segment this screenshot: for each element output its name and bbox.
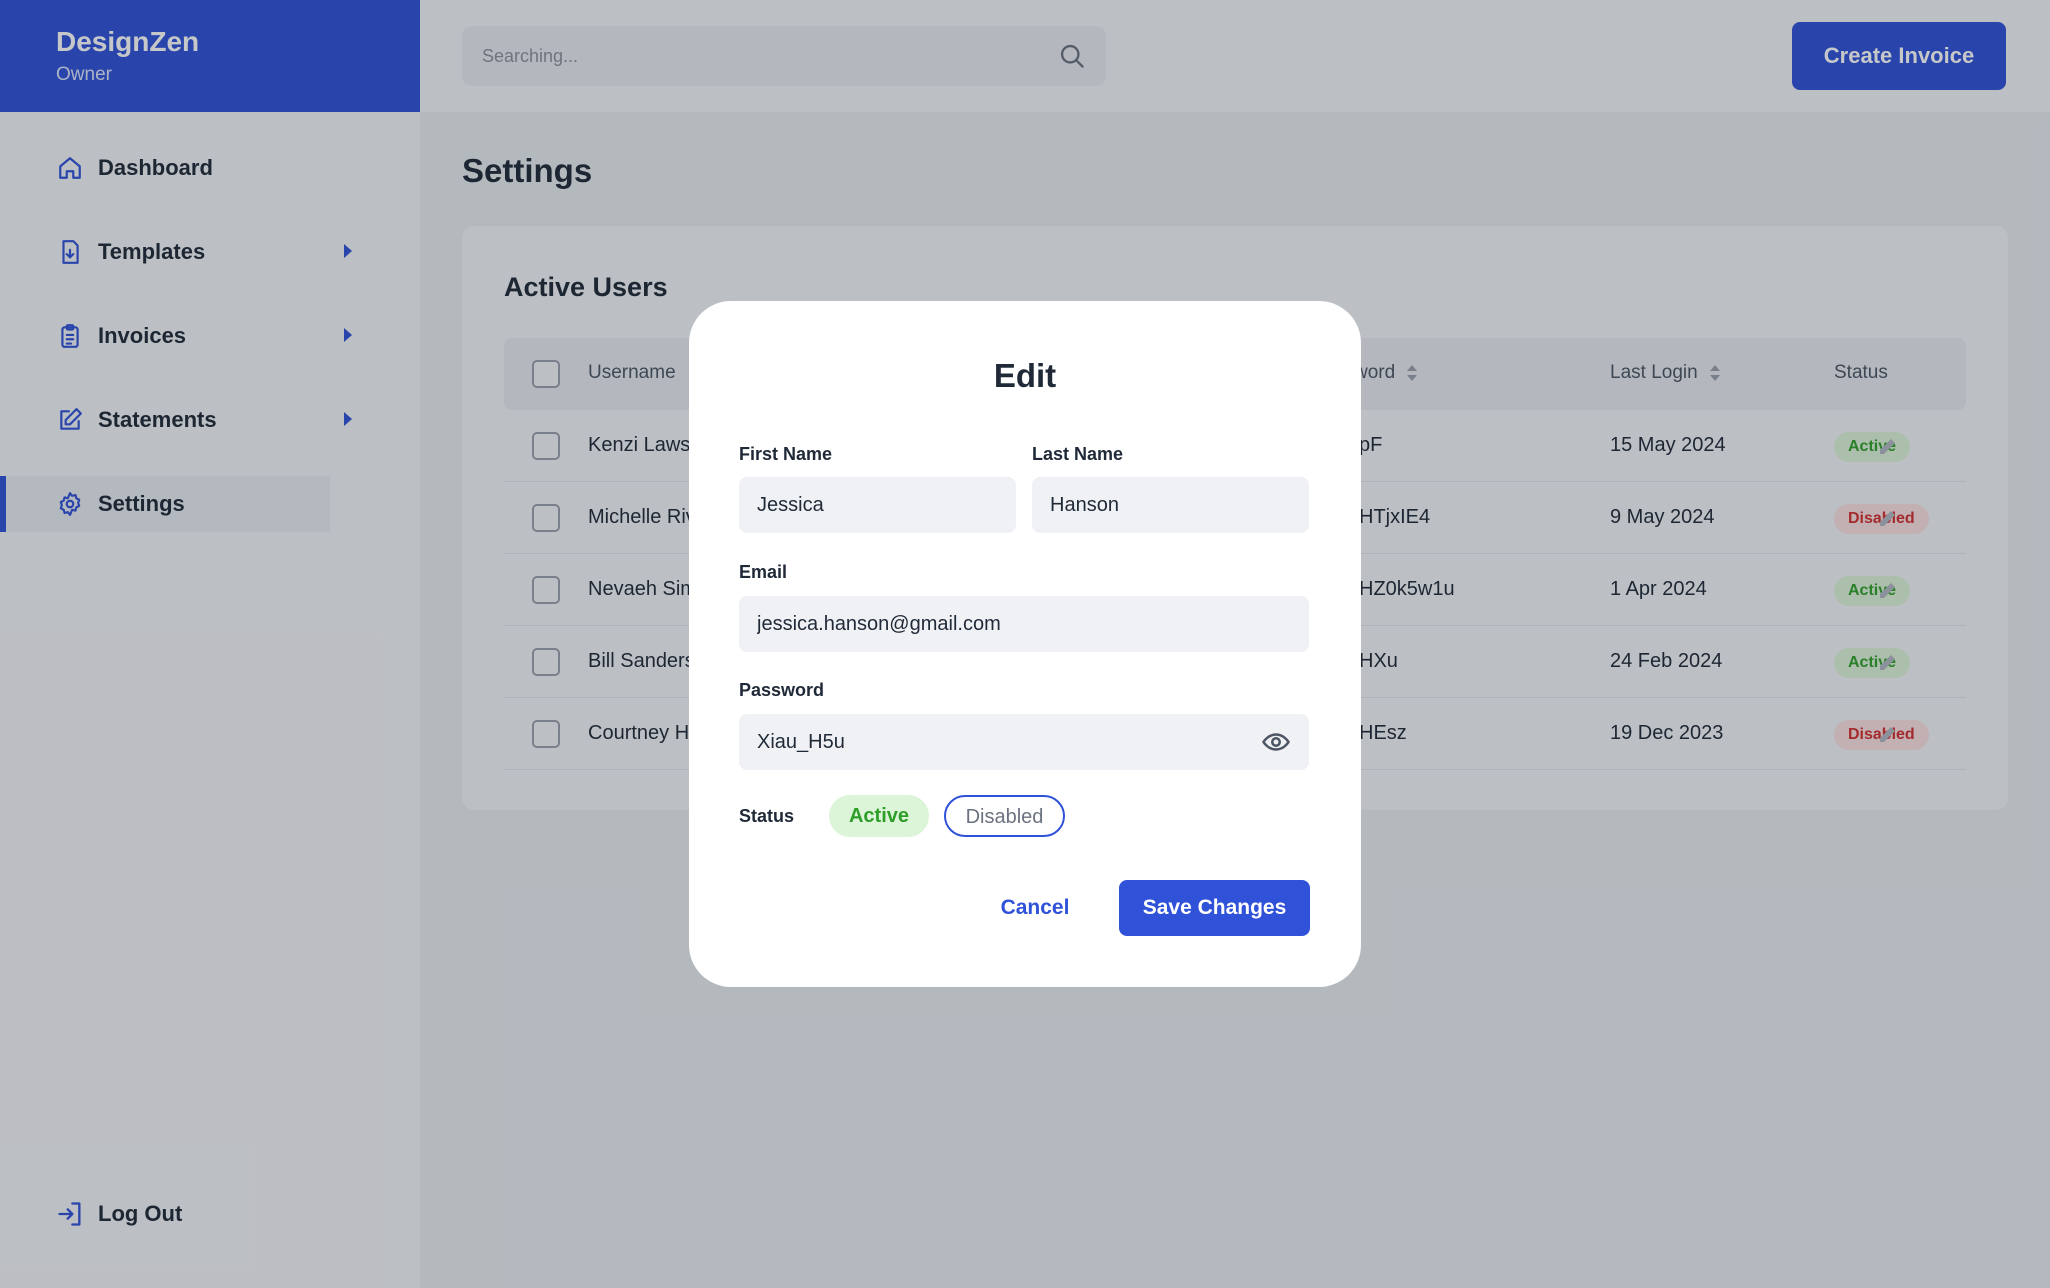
password-field-wrapper	[739, 714, 1309, 770]
eye-icon[interactable]	[1261, 727, 1291, 757]
password-label: Password	[739, 680, 825, 700]
email-input[interactable]	[757, 612, 1291, 636]
email-field-wrapper	[739, 596, 1309, 652]
first-name-input[interactable]	[757, 493, 998, 517]
last-name-label: Last Name	[1032, 444, 1124, 464]
last-name-field-wrapper	[1032, 477, 1309, 533]
first-name-label: First Name	[739, 444, 833, 464]
status-label: Status	[739, 806, 795, 826]
email-label: Email	[739, 562, 788, 582]
last-name-input[interactable]	[1050, 493, 1291, 517]
first-name-field-wrapper	[739, 477, 1016, 533]
status-active-toggle[interactable]: Active	[829, 795, 929, 837]
cancel-button[interactable]: Cancel	[990, 880, 1080, 936]
status-disabled-toggle[interactable]: Disabled	[944, 795, 1065, 837]
modal-title: Edit	[993, 357, 1057, 394]
save-changes-button[interactable]: Save Changes	[1119, 880, 1310, 936]
password-input[interactable]	[757, 730, 1253, 754]
